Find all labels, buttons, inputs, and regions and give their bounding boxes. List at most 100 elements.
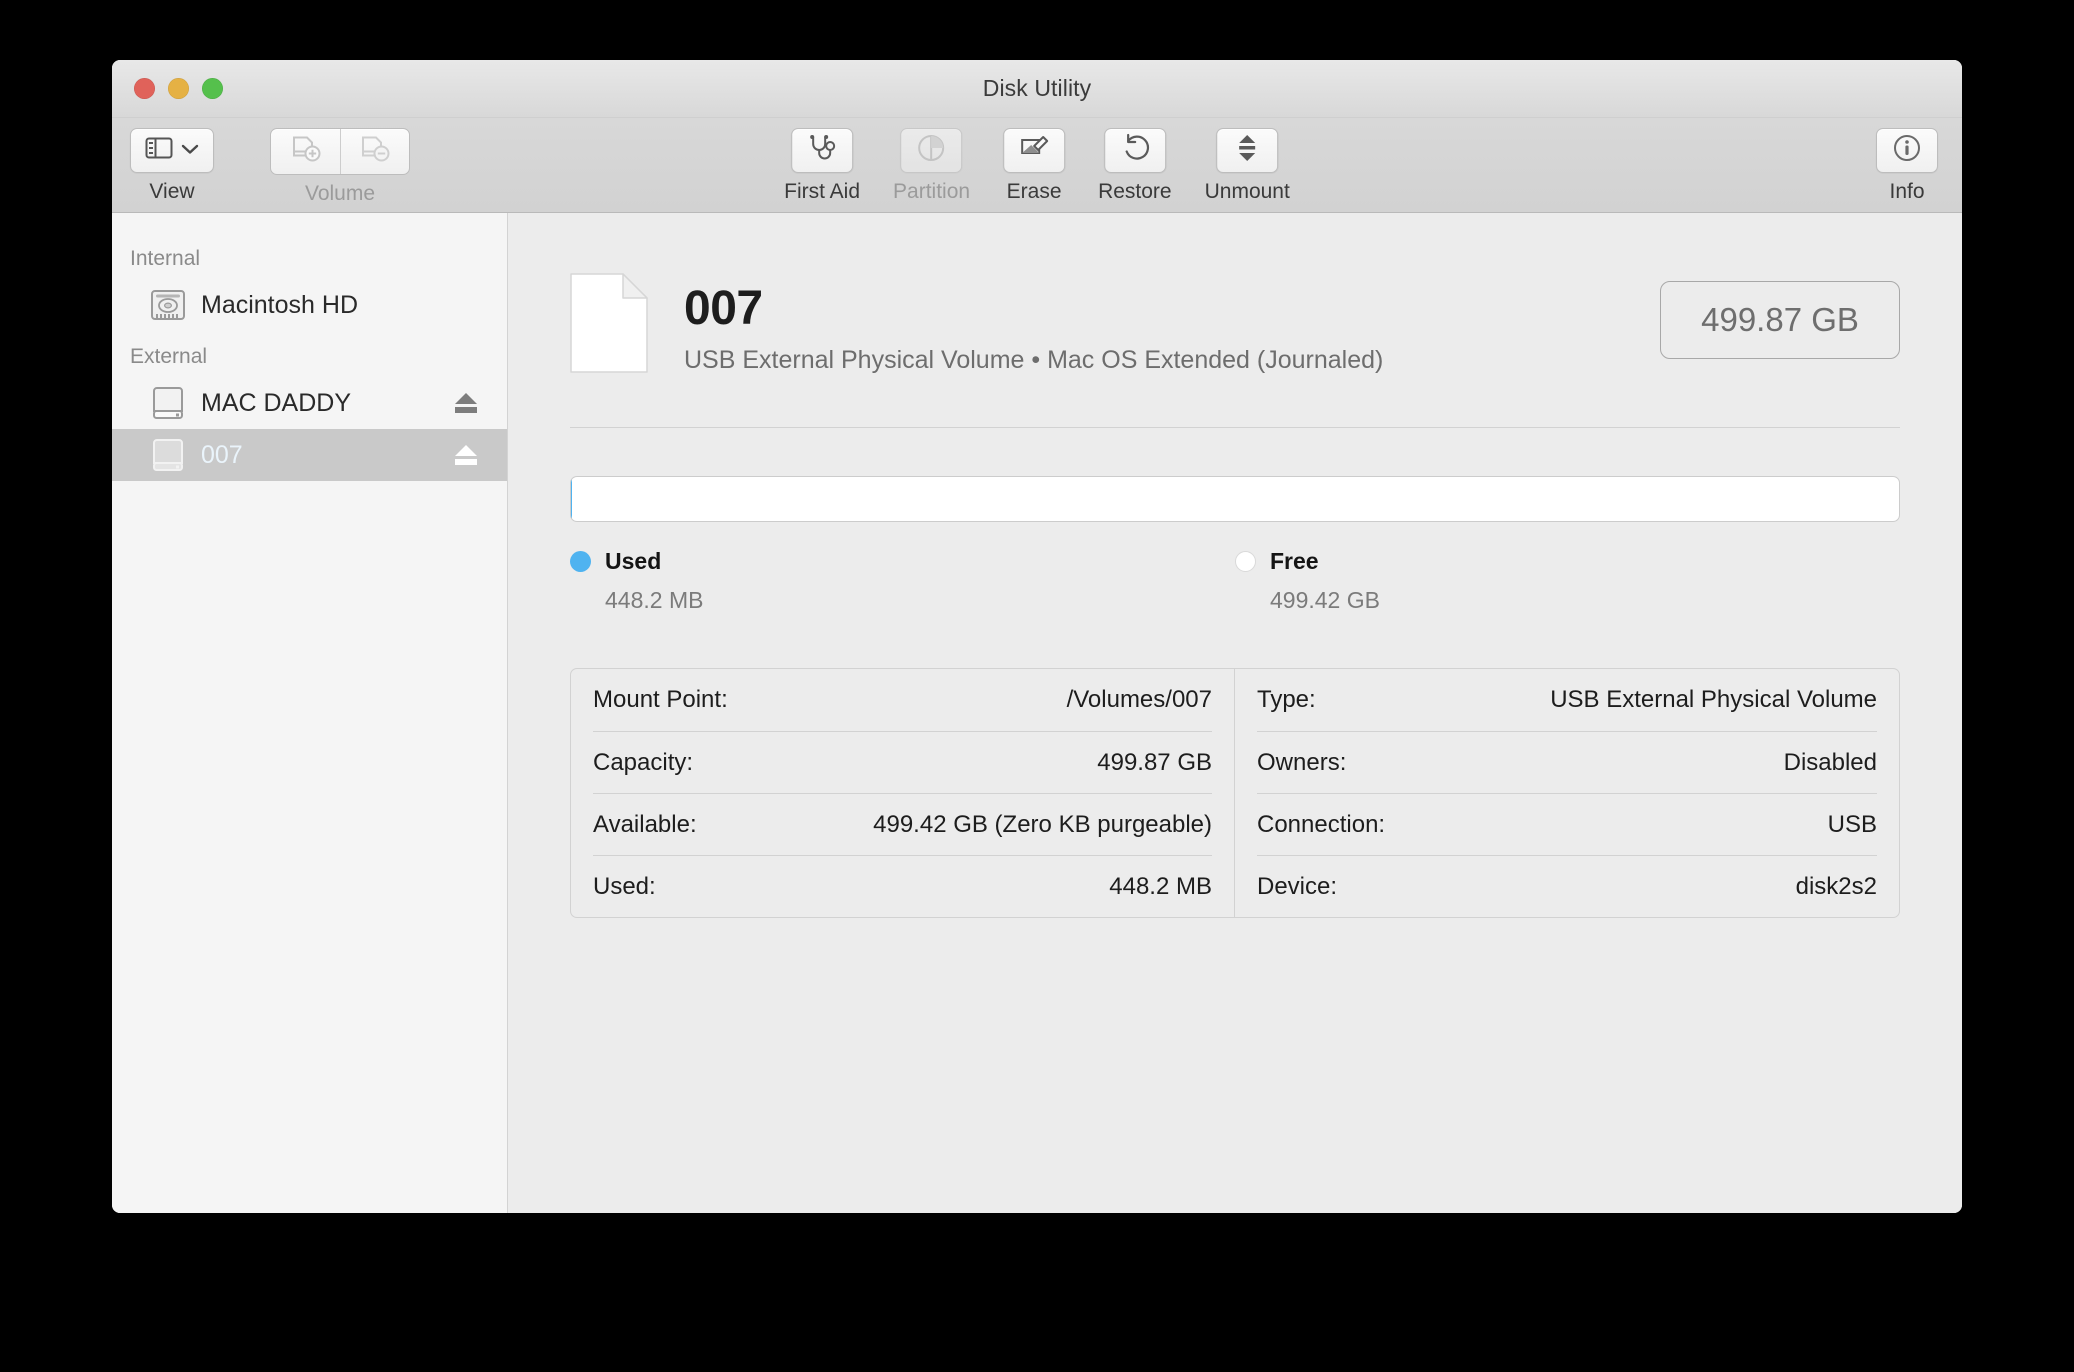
sidebar-group-header-internal: Internal [130, 247, 201, 270]
view-button[interactable] [130, 128, 214, 173]
unmount-action: Unmount [1205, 128, 1290, 204]
partition-label: Partition [893, 180, 971, 203]
unmount-label: Unmount [1204, 180, 1290, 203]
first-aid-button[interactable] [791, 128, 854, 173]
volume-toolbar-group: Volume [270, 128, 410, 206]
free-color-swatch [1235, 551, 1256, 572]
info-row: Used: 448.2 MB [593, 855, 1212, 917]
header-divider [570, 427, 1900, 428]
sidebar-item-label: Macintosh HD [201, 290, 358, 319]
info-button[interactable] [1876, 128, 1938, 173]
usage-bar-wrapper [508, 476, 1962, 522]
window-body: Internal Macintosh HD External MAC DADDY… [112, 213, 1962, 1213]
info-row: Mount Point: /Volumes/007 [593, 669, 1212, 731]
volume-titles: 007 USB External Physical Volume • Mac O… [684, 265, 1383, 375]
first-aid-label: First Aid [784, 180, 861, 203]
info-value: Disabled [1783, 748, 1877, 776]
sidebar-item-label: 007 [201, 440, 243, 469]
volume-subtitle: USB External Physical Volume • Mac OS Ex… [684, 346, 1384, 374]
toolbar: View Volume First Aid Partition Erase Re… [112, 118, 1962, 213]
volume-info-table: Mount Point: /Volumes/007 Capacity: 499.… [570, 668, 1900, 918]
volume-add-icon [290, 134, 322, 169]
first-aid-action: First Aid [784, 128, 860, 204]
sidebar-item-label: MAC DADDY [201, 388, 352, 417]
volume-name: 007 [684, 282, 763, 335]
info-row: Owners: Disabled [1257, 731, 1877, 793]
info-label: Type: [1257, 686, 1316, 713]
sidebar-icon [145, 136, 173, 165]
erase-button[interactable] [1003, 128, 1066, 173]
detail-pane: 007 USB External Physical Volume • Mac O… [508, 213, 1962, 1213]
erase-label: Erase [1006, 180, 1062, 203]
info-label: Capacity: [593, 748, 694, 776]
sidebar-item-007[interactable]: 007 [112, 429, 507, 481]
view-label: View [149, 180, 195, 203]
undo-arrow-icon [1120, 133, 1150, 168]
restore-label: Restore [1098, 180, 1172, 203]
info-row: Device: disk2s2 [1257, 855, 1877, 917]
info-value: USB [1827, 810, 1877, 838]
window-title: Disk Utility [982, 75, 1092, 101]
partition-action: Partition [893, 128, 970, 204]
info-label: Device: [1257, 872, 1338, 900]
internal-drive-icon [148, 285, 188, 325]
remove-volume-button[interactable] [340, 129, 409, 174]
used-color-swatch [570, 551, 591, 572]
info-value: USB External Physical Volume [1550, 686, 1877, 713]
sidebar-group-header-external: External [130, 345, 208, 368]
info-value: 499.42 GB (Zero KB purgeable) [873, 810, 1212, 838]
restore-action: Restore [1098, 128, 1172, 204]
pie-chart-icon [917, 133, 947, 168]
info-label: Mount Point: [593, 686, 728, 713]
info-label: Owners: [1257, 748, 1347, 776]
info-row: Type: USB External Physical Volume [1257, 669, 1877, 731]
eject-updown-icon [1234, 133, 1260, 168]
view-toolbar-group: View [130, 128, 214, 204]
used-legend-label: Used [605, 548, 662, 574]
disk-utility-window: Disk Utility View Volume First Aid Parti… [112, 60, 1962, 1213]
legend-item-used: Used 448.2 MB [570, 548, 1235, 614]
chevron-down-icon [181, 142, 199, 160]
external-drive-icon [148, 435, 188, 475]
info-column-left: Mount Point: /Volumes/007 Capacity: 499.… [571, 669, 1235, 917]
capacity-badge: 499.87 GB [1660, 281, 1900, 359]
sidebar-item-macintosh-hd[interactable]: Macintosh HD [112, 279, 507, 331]
free-legend-label: Free [1270, 548, 1319, 574]
info-value: 448.2 MB [1109, 872, 1212, 900]
volume-label: Volume [304, 182, 376, 205]
external-drive-icon [148, 383, 188, 423]
restore-button[interactable] [1103, 128, 1166, 173]
info-value: disk2s2 [1795, 872, 1877, 900]
volume-segmented-control [270, 128, 410, 175]
free-legend-value: 499.42 GB [1270, 587, 1380, 613]
info-value: /Volumes/007 [1066, 686, 1212, 713]
document-volume-icon [570, 273, 648, 373]
usage-bar [570, 476, 1900, 522]
info-label: Used: [593, 872, 656, 900]
erase-pencil-icon [1019, 134, 1049, 167]
toolbar-actions: First Aid Partition Erase Restore Unmoun… [784, 128, 1290, 204]
used-legend-value: 448.2 MB [605, 587, 704, 613]
titlebar: Disk Utility [112, 60, 1962, 118]
volume-remove-icon [359, 134, 391, 169]
partition-button[interactable] [900, 128, 963, 173]
legend-item-free: Free 499.42 GB [1235, 548, 1900, 614]
info-label: Info [1889, 180, 1925, 203]
info-label: Available: [593, 810, 697, 838]
eject-icon[interactable] [455, 445, 477, 465]
sidebar-item-mac-daddy[interactable]: MAC DADDY [112, 377, 507, 429]
info-value: 499.87 GB [1097, 748, 1212, 776]
usage-used-segment [571, 477, 573, 521]
add-volume-button[interactable] [271, 129, 340, 174]
info-row: Capacity: 499.87 GB [593, 731, 1212, 793]
info-circle-icon [1892, 133, 1922, 168]
erase-action: Erase [1003, 128, 1066, 204]
info-label: Connection: [1257, 810, 1386, 838]
unmount-button[interactable] [1216, 128, 1279, 173]
volume-header: 007 USB External Physical Volume • Mac O… [508, 213, 1962, 375]
info-row: Connection: USB [1257, 793, 1877, 855]
sidebar: Internal Macintosh HD External MAC DADDY… [112, 213, 508, 1213]
usage-legend: Used 448.2 MB Free 499.42 GB [508, 548, 1962, 614]
eject-icon[interactable] [455, 393, 477, 413]
info-row: Available: 499.42 GB (Zero KB purgeable) [593, 793, 1212, 855]
